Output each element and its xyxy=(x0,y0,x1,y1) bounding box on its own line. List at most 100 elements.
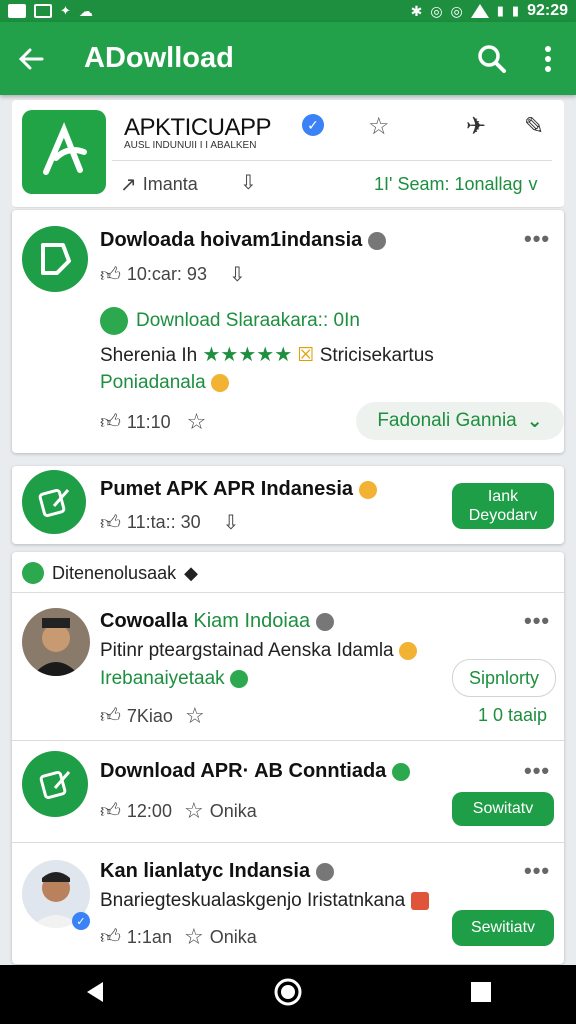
emoji-icon xyxy=(210,373,229,392)
like-icon[interactable]: 👍︎ xyxy=(100,799,121,823)
star-outline-icon[interactable]: ☆ xyxy=(185,703,205,729)
pin-icon[interactable]: ✈ xyxy=(466,112,486,141)
post4-meta: 👍︎ 12:00 ☆ Onika xyxy=(100,798,257,824)
clock-badge-icon xyxy=(315,612,334,631)
download-badge-icon xyxy=(100,307,128,335)
post1-more-button[interactable]: ••• xyxy=(524,226,550,252)
post4-meta2-text: Onika xyxy=(209,800,257,821)
seam-text: 1I' Seam: 1onallag xyxy=(374,174,523,194)
app-bar: ADowlload xyxy=(0,22,576,95)
post1-line2: Sherenia Ih ★★★★★ ☒ Stricisekartus xyxy=(100,342,434,367)
post1-pill-label: Fadonali Gannia xyxy=(377,410,517,431)
app-logo xyxy=(22,110,106,194)
section-card: Ditenenolusaak ◆ Cowoalla Kiam Indoiaa •… xyxy=(12,552,564,964)
section-icon xyxy=(22,562,44,584)
rating-stars: ★★★★★ xyxy=(202,344,293,366)
download-small-icon[interactable]: ⇩ xyxy=(240,170,257,195)
post-card-2[interactable]: Pumet APK APR Indanesia 👍︎ 11:ta:: 30 ⇩ … xyxy=(12,466,564,544)
post3-avatar xyxy=(22,608,90,676)
post2-download-button[interactable]: Iank Deyodarv xyxy=(452,483,554,529)
edit-icon[interactable]: ✎ xyxy=(524,112,544,141)
emoji-green-icon xyxy=(391,762,410,781)
like-icon[interactable]: 👍︎ xyxy=(100,704,121,728)
post4-more-button[interactable]: ••• xyxy=(524,758,550,784)
post1-line3: Poniadanala xyxy=(100,372,229,394)
post5-title-text: Kan lianlatyc Indansia xyxy=(100,860,311,882)
share-icon: ↗ xyxy=(120,174,137,196)
like-icon[interactable]: 👍︎ xyxy=(100,263,121,287)
post3-more-button[interactable]: ••• xyxy=(524,608,550,634)
share-row[interactable]: ↗ Imanta xyxy=(120,172,198,197)
post3-line2-text: Irebanaiyetaak xyxy=(100,668,225,689)
cloud-icon: ☁ xyxy=(78,2,93,19)
post3-line2: Irebanaiyetaak xyxy=(100,668,248,690)
search-button[interactable] xyxy=(464,22,520,95)
emoji-green-icon xyxy=(229,669,248,688)
post1-avatar xyxy=(22,226,88,292)
star-outline-icon[interactable]: ☆ xyxy=(187,409,207,435)
like-icon[interactable]: 👍︎ xyxy=(100,511,121,535)
emoji-icon xyxy=(358,480,377,499)
post3-line1: Pitinr pteargstainad Aenska Idamla xyxy=(100,640,417,662)
post1-like-row: 👍︎ 11:10 ☆ xyxy=(100,409,206,435)
star-outline-icon[interactable]: ☆ xyxy=(368,112,390,141)
post4-title: Download APR· AB Conntiada xyxy=(100,760,410,783)
post5-title: Kan lianlatyc Indansia xyxy=(100,860,334,883)
reply-icon[interactable]: ⇩ xyxy=(229,262,246,287)
like-icon[interactable]: 👍︎ xyxy=(100,925,121,949)
post3-like-row: 👍︎ 7Kiao ☆ xyxy=(100,703,205,729)
wifi-icon xyxy=(470,4,489,18)
back-button[interactable] xyxy=(0,22,62,95)
post5-more-button[interactable]: ••• xyxy=(524,858,550,884)
post2-avatar xyxy=(22,470,86,534)
system-nav-bar xyxy=(0,965,576,1024)
emoji-red-icon xyxy=(410,891,429,910)
post3-action-button[interactable]: Sipnlorty xyxy=(452,659,556,697)
notification-icon: ✦ xyxy=(60,3,71,18)
star-outline-icon[interactable]: ☆ xyxy=(184,798,204,824)
post2-meta-text: 11:ta:: 30 xyxy=(126,512,201,532)
app-header-card: APKTICUAPP ✓ AUSL INDUNUII I I ABALKEN ☆… xyxy=(12,100,564,208)
signal-icon: ▮ xyxy=(496,3,504,18)
reply-icon[interactable]: ⇩ xyxy=(223,510,240,535)
like-icon[interactable]: 👍︎ xyxy=(100,410,121,434)
square-recents-icon xyxy=(471,982,491,1002)
post4-action-button[interactable]: Sowitatv xyxy=(452,792,554,826)
post1-like-time: 11:10 xyxy=(126,411,171,432)
nav-back-button[interactable] xyxy=(83,980,107,1009)
post3-title-green: Kiam Indoiaa xyxy=(193,610,311,632)
nav-home-button[interactable] xyxy=(273,977,303,1012)
post1-action-pill[interactable]: Fadonali Gannia ⌄ xyxy=(356,402,564,440)
post2-title-text: Pumet APK APR Indanesia xyxy=(100,478,354,500)
app-name: APKTICUAPP xyxy=(124,114,272,141)
post1-title: Dowloada hoivam1indansia xyxy=(100,229,386,252)
emoji-icon xyxy=(398,641,417,660)
post1-line2-suffix: Stricisekartus xyxy=(319,345,434,366)
post3-line1-text: Pitinr pteargstainad Aenska Idamla xyxy=(100,640,394,661)
post1-download-line[interactable]: Download Slaraakara:: 0In xyxy=(100,307,360,335)
star-outline-icon[interactable]: ☆ xyxy=(184,924,204,950)
section-label: Ditenenolusaak xyxy=(52,562,177,583)
alarm2-icon: ◎ xyxy=(450,2,463,19)
search-icon xyxy=(478,44,506,73)
post5-line1-text: Bnariegteskualaskgenjo Iristatnkana xyxy=(100,890,406,911)
circle-home-icon xyxy=(274,978,302,1006)
post2-title: Pumet APK APR Indanesia xyxy=(100,478,377,501)
post1-meta-text: 10:car: 93 xyxy=(126,264,207,284)
post1-meta: 👍︎ 10:car: 93 ⇩ xyxy=(100,262,246,287)
post5-action-button[interactable]: Sewitiatv xyxy=(452,910,554,946)
post4-title-text: Download APR· AB Conntiada xyxy=(100,760,387,782)
post5-meta2-text: Onika xyxy=(209,926,257,947)
tag-icon: ◆ xyxy=(184,562,198,583)
arrow-back-icon xyxy=(18,48,44,69)
overflow-menu-button[interactable] xyxy=(520,22,576,95)
post3-like-time: 7Kiao xyxy=(126,705,173,726)
post4-meta-text: 12:00 xyxy=(126,800,172,821)
nav-recents-button[interactable] xyxy=(469,980,493,1009)
seam-label[interactable]: 1I' Seam: 1onallag v xyxy=(374,174,538,195)
post3-title: Cowoalla Kiam Indoiaa xyxy=(100,610,334,633)
alarm-icon: ◎ xyxy=(430,2,443,19)
bluetooth-icon: ✱ xyxy=(410,2,423,19)
header-divider xyxy=(112,160,552,161)
post-card-1[interactable]: Dowloada hoivam1indansia ••• 👍︎ 10:car: … xyxy=(12,210,564,453)
